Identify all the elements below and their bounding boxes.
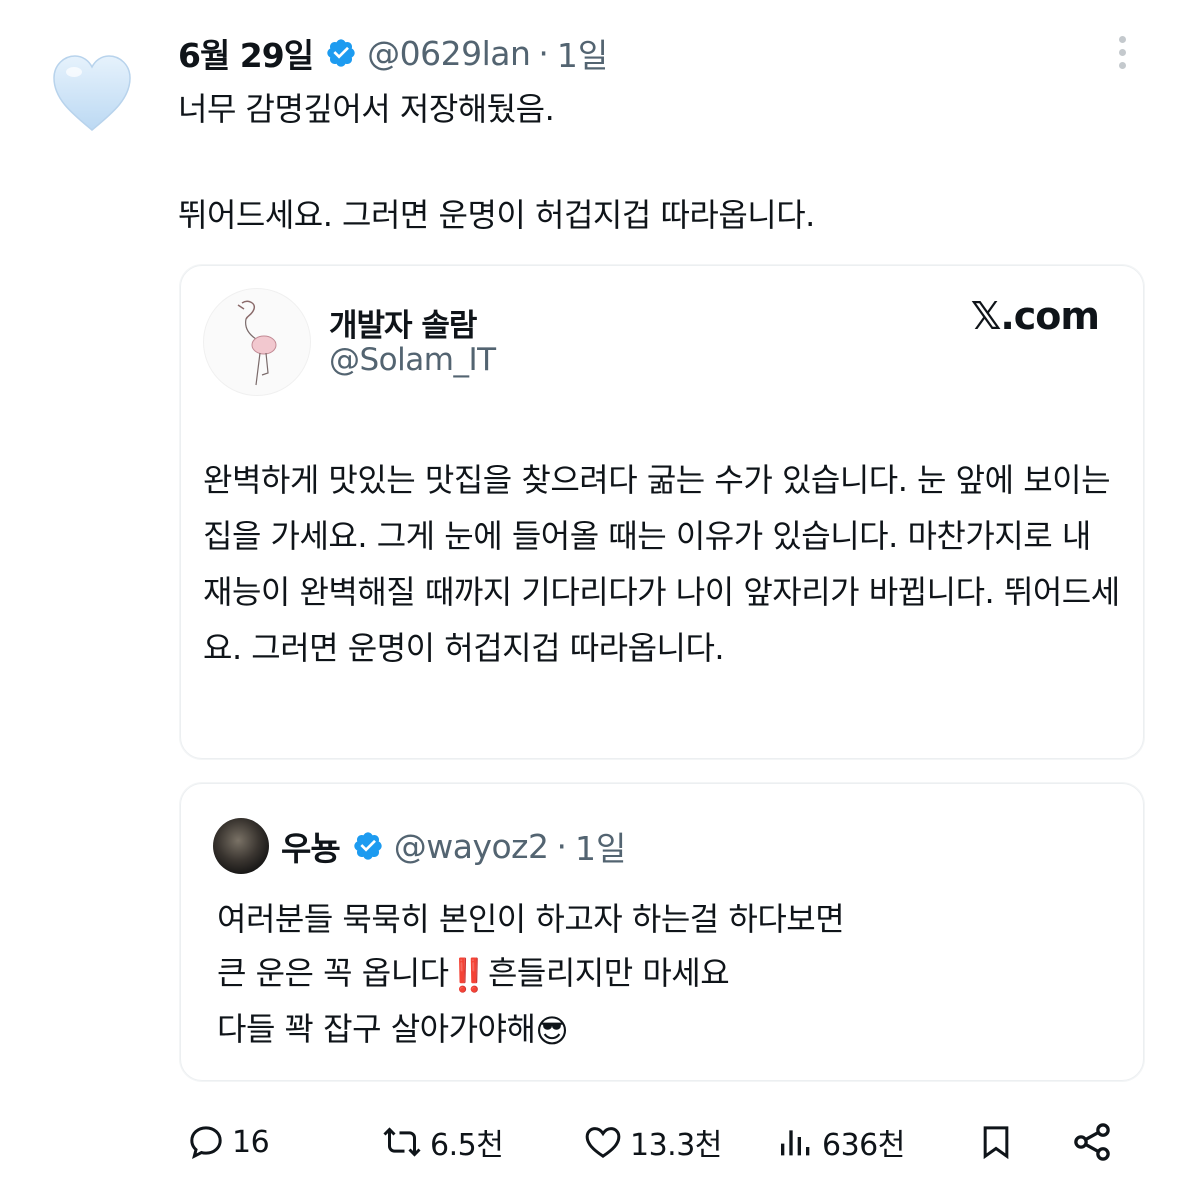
nested-author-name[interactable]: 우뇽: [281, 822, 341, 870]
repost-count: 6.5천: [430, 1128, 504, 1163]
nested-text-line: 여러분들 묵묵히 본인이 하고자 하는걸 하다보면: [217, 900, 845, 938]
like-count: 13.3천: [630, 1128, 722, 1163]
light-blue-heart-icon[interactable]: [50, 52, 134, 136]
bookmark-button[interactable]: [976, 1112, 1022, 1172]
author-handle[interactable]: @0629lan: [367, 34, 531, 73]
like-icon: [585, 1127, 621, 1158]
separator-dot: ·: [538, 33, 549, 73]
tweet-text-line: 너무 감명깊어서 저장해뒀음.: [178, 90, 555, 128]
author-display-name[interactable]: 6월 29일: [178, 29, 314, 77]
tweet-header: 6월 29일 @0629lan · 1일: [178, 28, 608, 78]
quoted-author-name[interactable]: 개발자 솔람: [329, 300, 477, 345]
views-icon: [781, 1130, 810, 1156]
nested-text-line: 다들 꽉 잡구 살아가야해😎: [217, 1002, 1117, 1058]
quoted-author-handle[interactable]: @Solam_IT: [329, 342, 496, 378]
separator-dot: ·: [556, 826, 567, 866]
more-icon[interactable]: [1110, 36, 1134, 76]
action-bar: 16 6.5천 13.3천 636천: [0, 1112, 1179, 1172]
nested-text-part: 다들 꽉 잡구 살아가야해: [217, 1010, 536, 1048]
avatar[interactable]: [203, 288, 311, 396]
avatar[interactable]: [213, 818, 269, 874]
share-icon: [1074, 1123, 1110, 1161]
timestamp[interactable]: 1일: [575, 822, 626, 870]
repost-icon: [383, 1127, 421, 1157]
timestamp[interactable]: 1일: [557, 29, 608, 77]
nested-text-part: 흔들리지만 마세요: [487, 954, 730, 992]
verified-badge-icon: [327, 39, 355, 67]
reply-icon: [190, 1126, 222, 1160]
tweet-text-line: 뛰어드세요. 그러면 운명이 허겁지겁 따라옵니다.: [178, 196, 815, 234]
flamingo-sketch-icon: [237, 300, 277, 386]
nested-quote-card[interactable]: 우뇽 @wayoz2 · 1일 여러분들 묵묵히 본인이 하고자 하는걸 하다보…: [180, 783, 1144, 1081]
reply-count: 16: [232, 1124, 270, 1160]
verified-badge-icon: [354, 832, 382, 860]
quoted-post-text: 완벽하게 맛있는 맛집을 찾으려다 굶는 수가 있습니다. 눈 앞에 보이는 집…: [203, 461, 1120, 667]
tweet-text: 너무 감명깊어서 저장해뒀음. 뛰어드세요. 그러면 운명이 허겁지겁 따라옵니…: [178, 86, 1138, 238]
nested-author-handle[interactable]: @wayoz2: [394, 827, 549, 866]
bookmark-icon: [983, 1126, 1009, 1160]
like-button[interactable]: 13.3천: [582, 1112, 722, 1172]
x-com-label[interactable]: 𝕏.com: [971, 294, 1100, 338]
quoted-post-card[interactable]: 개발자 솔람 @Solam_IT 𝕏.com 완벽하게 맛있는 맛집을 찾으려다…: [180, 265, 1144, 759]
reply-button[interactable]: 16: [186, 1112, 270, 1172]
sunglasses-emoji: 😎: [535, 1012, 569, 1050]
views-button[interactable]: 636천: [776, 1112, 905, 1172]
nested-text-line: 큰 운은 꼭 옵니다‼️흔들리지만 마세요: [217, 946, 1117, 1002]
repost-button[interactable]: 6.5천: [380, 1112, 504, 1172]
double-exclamation-emoji: ‼️: [448, 956, 489, 994]
nested-quote-text: 여러분들 묵묵히 본인이 하고자 하는걸 하다보면 큰 운은 꼭 옵니다‼️흔들…: [217, 892, 1117, 1058]
views-count: 636천: [822, 1128, 905, 1163]
nested-text-part: 큰 운은 꼭 옵니다: [217, 954, 449, 992]
nested-quote-header: 우뇽 @wayoz2 · 1일: [281, 816, 626, 876]
share-button[interactable]: [1070, 1112, 1120, 1172]
